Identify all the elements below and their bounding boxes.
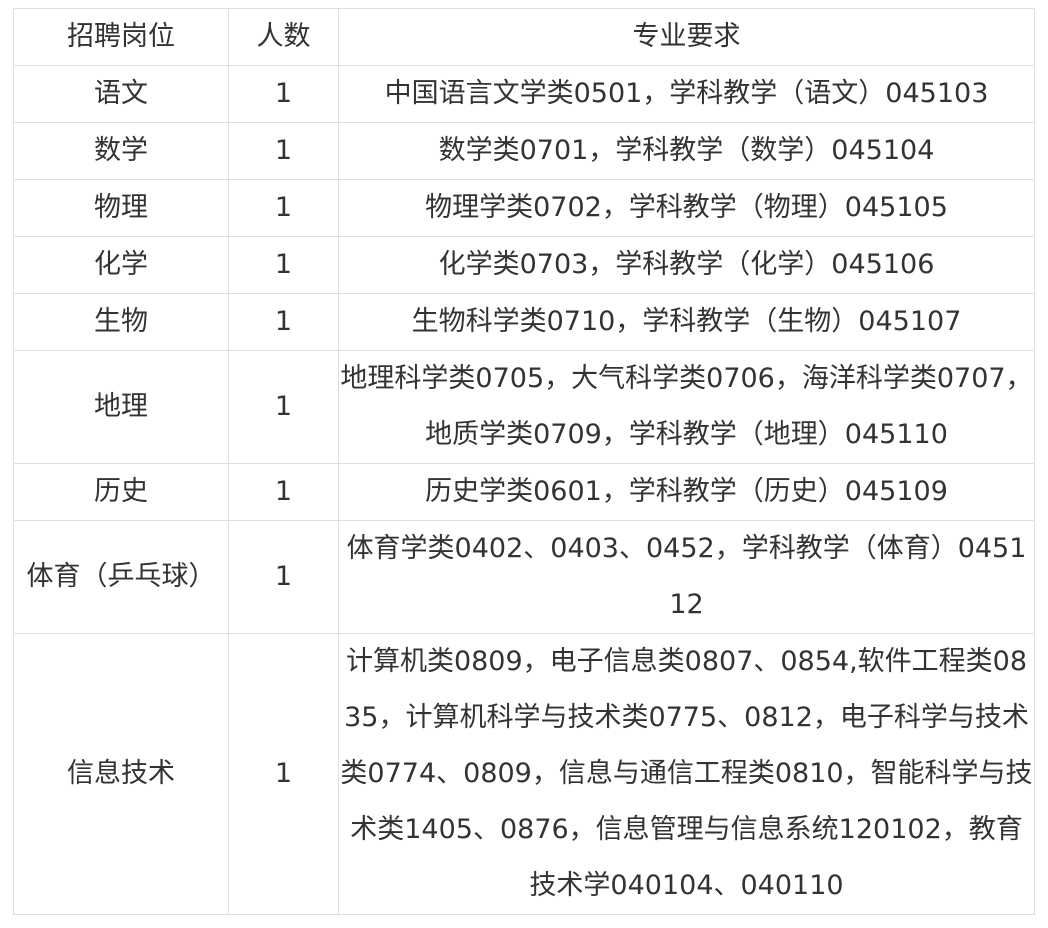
cell-position: 化学 [13, 236, 229, 294]
header-requirement: 专业要求 [338, 8, 1035, 66]
cell-count: 1 [228, 65, 339, 123]
cell-requirement: 数学类0701，学科教学（数学）045104 [338, 122, 1035, 180]
table-row: 物理 1 物理学类0702，学科教学（物理）045105 [13, 179, 1035, 237]
cell-count: 1 [228, 236, 339, 294]
cell-position: 历史 [13, 463, 229, 521]
header-position: 招聘岗位 [13, 8, 229, 66]
header-count: 人数 [228, 8, 339, 66]
recruitment-table: 招聘岗位 人数 专业要求 语文 1 中国语言文学类0501，学科教学（语文）04… [13, 8, 1035, 915]
table-row: 化学 1 化学类0703，学科教学（化学）045106 [13, 236, 1035, 294]
cell-requirement: 计算机类0809，电子信息类0807、0854,软件工程类0835，计算机科学与… [338, 633, 1035, 915]
cell-count: 1 [228, 350, 339, 464]
table-row: 数学 1 数学类0701，学科教学（数学）045104 [13, 122, 1035, 180]
cell-requirement: 地理科学类0705，大气科学类0706，海洋科学类0707，地质学类0709，学… [338, 350, 1035, 464]
cell-count: 1 [228, 633, 339, 915]
cell-count: 1 [228, 520, 339, 634]
cell-requirement: 物理学类0702，学科教学（物理）045105 [338, 179, 1035, 237]
cell-position: 生物 [13, 293, 229, 351]
cell-count: 1 [228, 179, 339, 237]
cell-requirement: 历史学类0601，学科教学（历史）045109 [338, 463, 1035, 521]
table-row: 地理 1 地理科学类0705，大气科学类0706，海洋科学类0707，地质学类0… [13, 350, 1035, 464]
table-row: 信息技术 1 计算机类0809，电子信息类0807、0854,软件工程类0835… [13, 633, 1035, 915]
cell-requirement: 中国语言文学类0501，学科教学（语文）045103 [338, 65, 1035, 123]
cell-requirement: 体育学类0402、0403、0452，学科教学（体育）045112 [338, 520, 1035, 634]
cell-count: 1 [228, 293, 339, 351]
cell-requirement: 生物科学类0710，学科教学（生物）045107 [338, 293, 1035, 351]
cell-position: 信息技术 [13, 633, 229, 915]
cell-count: 1 [228, 122, 339, 180]
cell-count: 1 [228, 463, 339, 521]
cell-requirement: 化学类0703，学科教学（化学）045106 [338, 236, 1035, 294]
cell-position: 物理 [13, 179, 229, 237]
table-row: 体育（乒乓球） 1 体育学类0402、0403、0452，学科教学（体育）045… [13, 520, 1035, 634]
table-header-row: 招聘岗位 人数 专业要求 [13, 8, 1035, 66]
cell-position: 地理 [13, 350, 229, 464]
cell-position: 语文 [13, 65, 229, 123]
cell-position: 数学 [13, 122, 229, 180]
table-row: 语文 1 中国语言文学类0501，学科教学（语文）045103 [13, 65, 1035, 123]
table-row: 生物 1 生物科学类0710，学科教学（生物）045107 [13, 293, 1035, 351]
cell-position: 体育（乒乓球） [13, 520, 229, 634]
table-row: 历史 1 历史学类0601，学科教学（历史）045109 [13, 463, 1035, 521]
